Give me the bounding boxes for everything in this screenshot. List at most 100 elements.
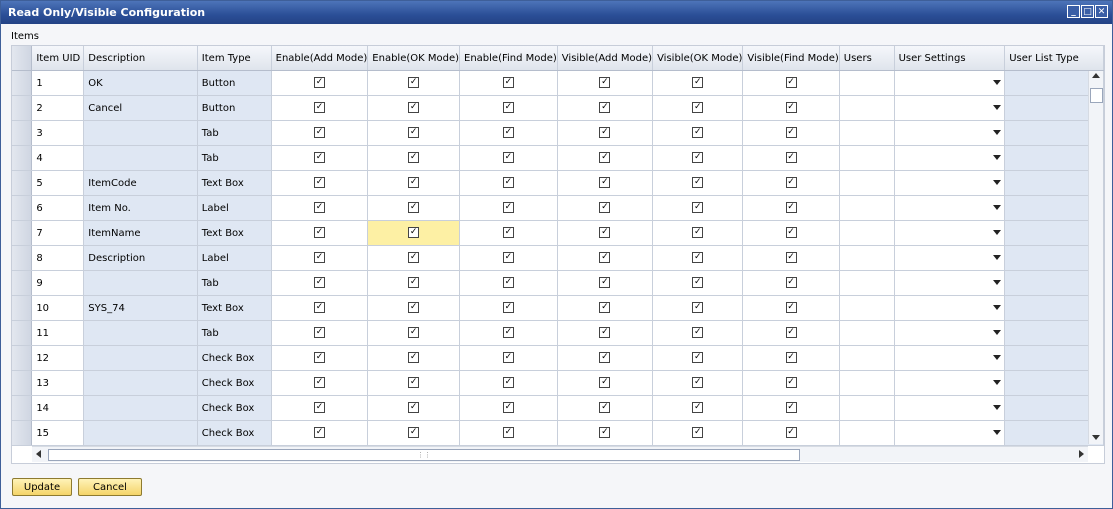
users-cell[interactable]	[839, 195, 895, 221]
minimize-icon[interactable]: _	[1067, 5, 1080, 18]
checkbox[interactable]: ✓	[785, 202, 797, 214]
checkbox[interactable]: ✓	[785, 402, 797, 414]
users-cell[interactable]	[839, 345, 895, 371]
checkbox[interactable]: ✓	[502, 152, 514, 164]
table-row[interactable]: 11 Tab ✓ ✓ ✓ ✓ ✓ ✓	[12, 320, 1104, 346]
row-selector[interactable]	[12, 395, 33, 421]
checkbox[interactable]: ✓	[313, 202, 325, 214]
checkbox[interactable]: ✓	[599, 127, 611, 139]
users-cell[interactable]	[839, 220, 895, 246]
dropdown-arrow-icon[interactable]	[993, 180, 1002, 185]
checkbox[interactable]: ✓	[599, 352, 611, 364]
checkbox[interactable]: ✓	[785, 177, 797, 189]
checkbox[interactable]: ✓	[785, 427, 797, 439]
users-cell[interactable]	[839, 395, 895, 421]
checkbox[interactable]: ✓	[785, 227, 797, 239]
row-selector[interactable]	[12, 220, 33, 246]
checkbox[interactable]: ✓	[502, 277, 514, 289]
row-selector[interactable]	[12, 120, 33, 146]
checkbox[interactable]: ✓	[408, 327, 420, 339]
column-header[interactable]: Enable(OK Mode)	[367, 46, 461, 71]
checkbox[interactable]: ✓	[599, 202, 611, 214]
users-cell[interactable]	[839, 145, 895, 171]
checkbox[interactable]: ✓	[408, 302, 420, 314]
row-selector[interactable]	[12, 420, 33, 446]
table-row[interactable]: 3 Tab ✓ ✓ ✓ ✓ ✓ ✓	[12, 120, 1104, 146]
checkbox[interactable]: ✓	[313, 127, 325, 139]
column-header[interactable]: Item Type	[197, 46, 272, 71]
checkbox[interactable]: ✓	[313, 152, 325, 164]
users-cell[interactable]	[839, 245, 895, 271]
user-settings-dropdown[interactable]	[894, 295, 1006, 321]
row-selector[interactable]	[12, 345, 33, 371]
user-settings-dropdown[interactable]	[894, 345, 1006, 371]
checkbox[interactable]: ✓	[599, 302, 611, 314]
row-selector[interactable]	[12, 270, 33, 296]
table-row[interactable]: 7 ItemName Text Box ✓ ✓ ✓ ✓ ✓ ✓	[12, 220, 1104, 246]
users-cell[interactable]	[839, 95, 895, 121]
vertical-scrollbar[interactable]	[1088, 71, 1103, 444]
checkbox[interactable]: ✓	[599, 102, 611, 114]
checkbox[interactable]: ✓	[785, 352, 797, 364]
checkbox[interactable]: ✓	[692, 277, 704, 289]
checkbox[interactable]: ✓	[692, 177, 704, 189]
scroll-down-icon[interactable]	[1092, 435, 1100, 440]
checkbox[interactable]: ✓	[785, 77, 797, 89]
checkbox[interactable]: ✓	[785, 302, 797, 314]
checkbox[interactable]: ✓	[502, 327, 514, 339]
user-settings-dropdown[interactable]	[894, 320, 1006, 346]
checkbox[interactable]: ✓	[502, 77, 514, 89]
user-settings-dropdown[interactable]	[894, 70, 1006, 96]
checkbox[interactable]: ✓	[408, 352, 420, 364]
checkbox[interactable]: ✓	[408, 177, 420, 189]
checkbox[interactable]: ✓	[502, 377, 514, 389]
checkbox[interactable]: ✓	[692, 402, 704, 414]
table-row[interactable]: 12 Check Box ✓ ✓ ✓ ✓ ✓ ✓	[12, 345, 1104, 371]
users-cell[interactable]	[839, 320, 895, 346]
checkbox[interactable]: ✓	[692, 427, 704, 439]
users-cell[interactable]	[839, 170, 895, 196]
checkbox[interactable]: ✓	[785, 102, 797, 114]
checkbox[interactable]: ✓	[502, 202, 514, 214]
users-cell[interactable]	[839, 420, 895, 446]
cancel-button[interactable]: Cancel	[78, 478, 142, 496]
row-selector[interactable]	[12, 195, 33, 221]
user-settings-dropdown[interactable]	[894, 420, 1006, 446]
checkbox[interactable]: ✓	[692, 302, 704, 314]
horizontal-scrollbar[interactable]: ⋮⋮	[32, 446, 1088, 462]
checkbox[interactable]: ✓	[408, 102, 420, 114]
checkbox[interactable]: ✓	[408, 252, 420, 264]
user-settings-dropdown[interactable]	[894, 120, 1006, 146]
checkbox[interactable]: ✓	[408, 77, 420, 89]
checkbox[interactable]: ✓	[313, 327, 325, 339]
users-cell[interactable]	[839, 295, 895, 321]
users-cell[interactable]	[839, 370, 895, 396]
table-row[interactable]: 4 Tab ✓ ✓ ✓ ✓ ✓ ✓	[12, 145, 1104, 171]
checkbox[interactable]: ✓	[502, 102, 514, 114]
checkbox[interactable]: ✓	[313, 352, 325, 364]
checkbox[interactable]: ✓	[502, 227, 514, 239]
users-cell[interactable]	[839, 120, 895, 146]
row-selector[interactable]	[12, 145, 33, 171]
checkbox[interactable]: ✓	[599, 427, 611, 439]
user-settings-dropdown[interactable]	[894, 170, 1006, 196]
checkbox[interactable]: ✓	[313, 227, 325, 239]
column-header[interactable]: Enable(Add Mode)	[271, 46, 369, 71]
checkbox[interactable]: ✓	[785, 252, 797, 264]
row-selector[interactable]	[12, 245, 33, 271]
checkbox[interactable]: ✓	[692, 327, 704, 339]
checkbox[interactable]: ✓	[313, 102, 325, 114]
table-row[interactable]: 15 Check Box ✓ ✓ ✓ ✓ ✓ ✓	[12, 420, 1104, 446]
horizontal-scroll-thumb[interactable]: ⋮⋮	[48, 449, 800, 461]
checkbox[interactable]: ✓	[313, 427, 325, 439]
checkbox[interactable]: ✓	[408, 202, 420, 214]
checkbox[interactable]: ✓	[599, 377, 611, 389]
user-settings-dropdown[interactable]	[894, 395, 1006, 421]
user-settings-dropdown[interactable]	[894, 195, 1006, 221]
checkbox[interactable]: ✓	[502, 402, 514, 414]
checkbox[interactable]: ✓	[408, 227, 420, 239]
column-header[interactable]: Enable(Find Mode)	[459, 46, 558, 71]
checkbox[interactable]: ✓	[785, 327, 797, 339]
checkbox[interactable]: ✓	[502, 252, 514, 264]
checkbox[interactable]: ✓	[599, 402, 611, 414]
